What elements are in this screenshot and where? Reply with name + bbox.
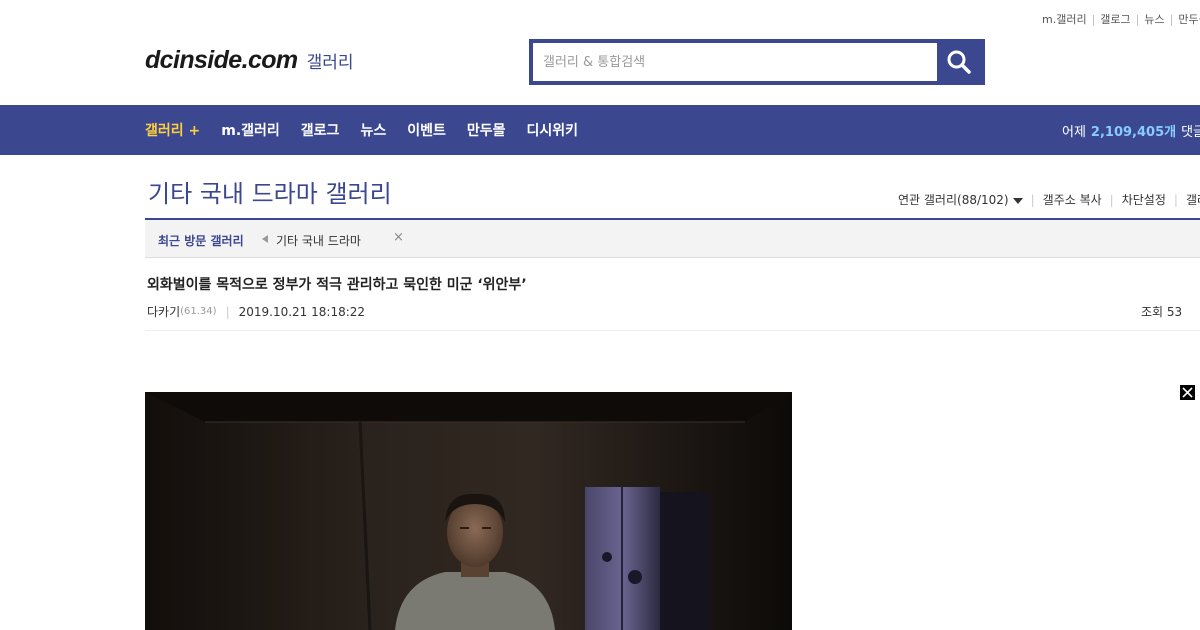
- nav-stat-value: 2,109,405개: [1090, 124, 1177, 140]
- post-title: 외화벌이를 목적으로 정부가 적극 관리하고 묵인한 미군 ‘위안부’: [147, 277, 527, 293]
- main-nav: 갤러리 + m.갤러리 갤로그 뉴스 이벤트 만두몰 디시위키 어제 2,109…: [0, 105, 1200, 155]
- search-box: [529, 39, 985, 85]
- arrow-left-icon[interactable]: [262, 235, 268, 243]
- post-image: [145, 392, 792, 630]
- nav-item-m-gallery[interactable]: m.갤러리: [221, 120, 280, 140]
- nav-item-gallog[interactable]: 갤로그: [301, 120, 340, 140]
- gallery-tools: 연관 갤러리(88/102) | 갤주소 복사 | 차단설정 | 갤러리: [898, 191, 1200, 208]
- nav-item-wiki[interactable]: 디시위키: [526, 120, 578, 140]
- divider: |: [1091, 13, 1096, 26]
- divider: |: [225, 304, 230, 319]
- search-input[interactable]: [533, 43, 937, 81]
- close-icon: [1182, 387, 1193, 398]
- chevron-down-icon: [1012, 198, 1023, 204]
- nav-stat: 어제 2,109,405개 댓글: [1062, 105, 1200, 155]
- nav-item-mall[interactable]: 만두몰: [467, 120, 506, 140]
- copy-address-button[interactable]: 갤주소 복사: [1043, 191, 1102, 208]
- divider: |: [1030, 192, 1035, 207]
- top-link-news[interactable]: 뉴스: [1144, 13, 1164, 26]
- site-logo[interactable]: dcinside.com 갤러리: [145, 46, 354, 75]
- gallery-info-button[interactable]: 갤러리: [1186, 191, 1200, 208]
- related-gallery-button[interactable]: 연관 갤러리(88/102): [898, 191, 1023, 208]
- search-button[interactable]: [937, 43, 981, 81]
- post-views: 조회 53: [1141, 305, 1183, 319]
- post-meta: 다카기 (61.34) | 2019.10.21 18:18:22: [147, 303, 365, 320]
- nav-stat-label: 어제: [1062, 124, 1086, 140]
- nav-item-gallery[interactable]: 갤러리 +: [145, 120, 200, 140]
- divider: |: [1173, 192, 1178, 207]
- top-link-mall[interactable]: 만두몰: [1178, 13, 1200, 26]
- post-image-illustration: [145, 392, 792, 630]
- nav-item-news[interactable]: 뉴스: [360, 120, 386, 140]
- divider: [145, 330, 1200, 331]
- nav-item-event[interactable]: 이벤트: [407, 120, 446, 140]
- post-date: 2019.10.21 18:18:22: [238, 304, 366, 319]
- recent-gallery-item[interactable]: 기타 국내 드라마: [276, 232, 361, 249]
- post-author[interactable]: 다카기: [147, 303, 180, 320]
- nav-stat-suffix: 댓글: [1181, 124, 1200, 140]
- divider: |: [1109, 192, 1114, 207]
- divider: |: [1169, 13, 1174, 26]
- divider: |: [1135, 13, 1140, 26]
- post-author-ip: (61.34): [180, 306, 217, 317]
- top-link-gallog[interactable]: 갤로그: [1100, 13, 1130, 26]
- recent-gallery-bar: 최근 방문 갤러리 기타 국내 드라마 ×: [145, 218, 1200, 258]
- logo-sub-text: 갤러리: [306, 53, 354, 73]
- related-gallery-label: 연관 갤러리(88/102): [898, 193, 1009, 207]
- logo-main-text: dcinside.com: [145, 46, 298, 74]
- block-settings-button[interactable]: 차단설정: [1122, 191, 1166, 208]
- close-icon[interactable]: ×: [393, 230, 404, 245]
- recent-gallery-label: 최근 방문 갤러리: [158, 234, 244, 248]
- gallery-title[interactable]: 기타 국내 드라마 갤러리: [148, 174, 392, 209]
- ad-close-button[interactable]: [1180, 385, 1195, 400]
- top-link-m-gallery[interactable]: m.갤러리: [1042, 13, 1087, 26]
- top-links: m.갤러리 | 갤로그 | 뉴스 | 만두몰: [1042, 11, 1200, 27]
- search-icon: [947, 50, 971, 74]
